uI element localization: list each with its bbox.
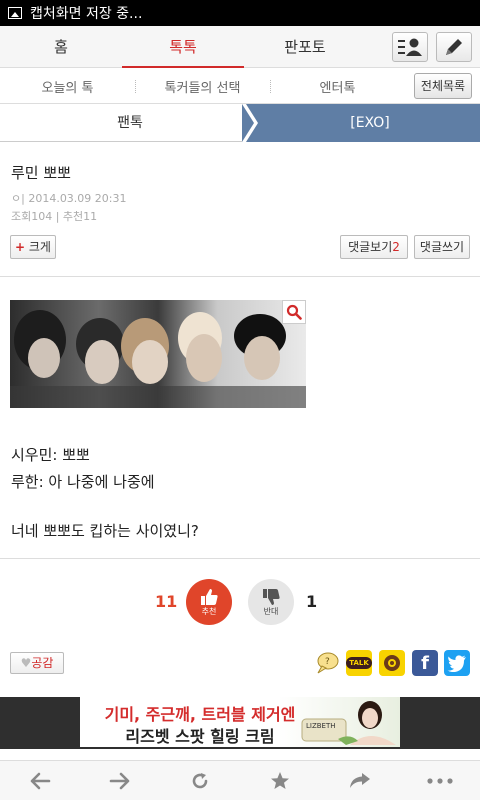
- post-image[interactable]: [10, 300, 306, 408]
- all-list-button[interactable]: 전체목록: [414, 73, 472, 99]
- post-title: 루민 뽀뽀: [11, 164, 71, 182]
- sub-nav-choice[interactable]: 톡커들의 선택: [135, 77, 270, 96]
- divider: [0, 558, 480, 559]
- tab-home[interactable]: 홈: [0, 26, 122, 67]
- thumbs-up-icon: [201, 588, 218, 605]
- facebook-share-button[interactable]: f: [412, 650, 438, 676]
- top-nav: 홈 톡톡 판포토: [0, 26, 480, 68]
- post-stats: 조회104 | 추천11: [11, 210, 98, 223]
- back-arrow-icon: [30, 772, 51, 790]
- body-line: 루한: 아 나중에 나중에: [11, 473, 155, 491]
- kakaostory-icon: [384, 655, 400, 671]
- downvote-button[interactable]: 반대: [248, 579, 294, 625]
- status-bar: 캡처화면 저장 중...: [0, 0, 480, 26]
- comments-view-button[interactable]: 댓글보기2: [340, 235, 408, 259]
- refresh-button[interactable]: [160, 761, 240, 800]
- enlarge-label: 크게: [28, 240, 51, 254]
- upvote-label: 추천: [201, 606, 217, 616]
- body-line: 너네 뽀뽀도 킵하는 사이였니?: [11, 522, 199, 540]
- ad-product-label: LIZBETH: [306, 722, 336, 730]
- sub-nav: 오늘의 톡 톡커들의 선택 엔터톡 전체목록: [0, 69, 480, 104]
- bookmark-button[interactable]: [240, 761, 320, 800]
- forward-button[interactable]: [80, 761, 160, 800]
- kakaotalk-icon: TALK: [346, 657, 372, 669]
- empathy-label: 공감: [31, 656, 54, 670]
- pencil-icon: [446, 39, 462, 55]
- enlarge-button[interactable]: + 크게: [10, 235, 56, 259]
- breadcrumb-current[interactable]: [EXO]: [248, 104, 480, 142]
- ad-product-name: 리즈벳 스팟 힐링 크림: [125, 727, 275, 746]
- breadcrumb: 팬톡 [EXO]: [0, 104, 480, 142]
- tab-panphoto[interactable]: 판포토: [244, 26, 366, 67]
- post-photo: [10, 310, 306, 408]
- status-text: 캡처화면 저장 중...: [30, 6, 143, 22]
- comments-count: 2: [392, 240, 400, 254]
- refresh-icon: [192, 773, 208, 789]
- magnifier-icon: [286, 304, 302, 320]
- share-button[interactable]: [320, 761, 400, 800]
- ad-headline: 기미, 주근깨, 트러블 제거엔: [104, 705, 296, 724]
- ad-product-image: LIZBETH: [301, 701, 396, 745]
- profile-button[interactable]: [392, 32, 428, 62]
- tab-toktok[interactable]: 톡톡: [122, 26, 244, 68]
- sub-nav-enter[interactable]: 엔터톡: [270, 77, 405, 96]
- comments-view-label: 댓글보기: [348, 240, 393, 254]
- write-button[interactable]: [436, 32, 472, 62]
- browser-toolbar: [0, 760, 480, 800]
- svg-text:?: ?: [325, 657, 330, 667]
- downvote-count: 1: [306, 592, 318, 611]
- twitter-icon: [447, 655, 466, 672]
- screenshot-icon: [8, 7, 22, 19]
- upvote-button[interactable]: 추천: [186, 579, 232, 625]
- zoom-button[interactable]: [282, 300, 306, 324]
- profile-list-icon: [398, 38, 422, 56]
- star-icon: [271, 772, 289, 789]
- thumbs-down-icon: [263, 588, 280, 605]
- back-button[interactable]: [0, 761, 80, 800]
- kakaostory-share-button[interactable]: [379, 650, 405, 676]
- plus-icon: +: [15, 240, 26, 254]
- more-button[interactable]: [400, 761, 480, 800]
- facebook-icon: f: [421, 652, 429, 674]
- kakaotalk-share-button[interactable]: TALK: [346, 650, 372, 676]
- yellow-speech-share-button[interactable]: ?: [314, 650, 340, 676]
- sub-nav-today[interactable]: 오늘의 톡: [0, 77, 135, 96]
- breadcrumb-category[interactable]: 팬톡: [0, 104, 260, 142]
- breadcrumb-arrow: [242, 104, 260, 142]
- share-arrow-icon: [350, 773, 370, 788]
- yellow-speech-icon: ?: [317, 652, 339, 674]
- upvote-count: 11: [155, 592, 178, 611]
- divider: [0, 276, 480, 277]
- comment-write-button[interactable]: 댓글쓰기: [414, 235, 470, 259]
- downvote-label: 반대: [263, 606, 279, 616]
- post-date: ㅇ| 2014.03.09 20:31: [11, 192, 127, 205]
- twitter-share-button[interactable]: [444, 650, 470, 676]
- heart-icon: ♥: [20, 656, 32, 670]
- more-dots-icon: [427, 778, 453, 784]
- ad-banner[interactable]: 기미, 주근깨, 트러블 제거엔 리즈벳 스팟 힐링 크림 LIZBETH: [80, 697, 400, 747]
- body-line: 시우민: 뽀뽀: [11, 446, 90, 464]
- empathy-button[interactable]: ♥공감: [10, 652, 64, 674]
- forward-arrow-icon: [109, 772, 130, 790]
